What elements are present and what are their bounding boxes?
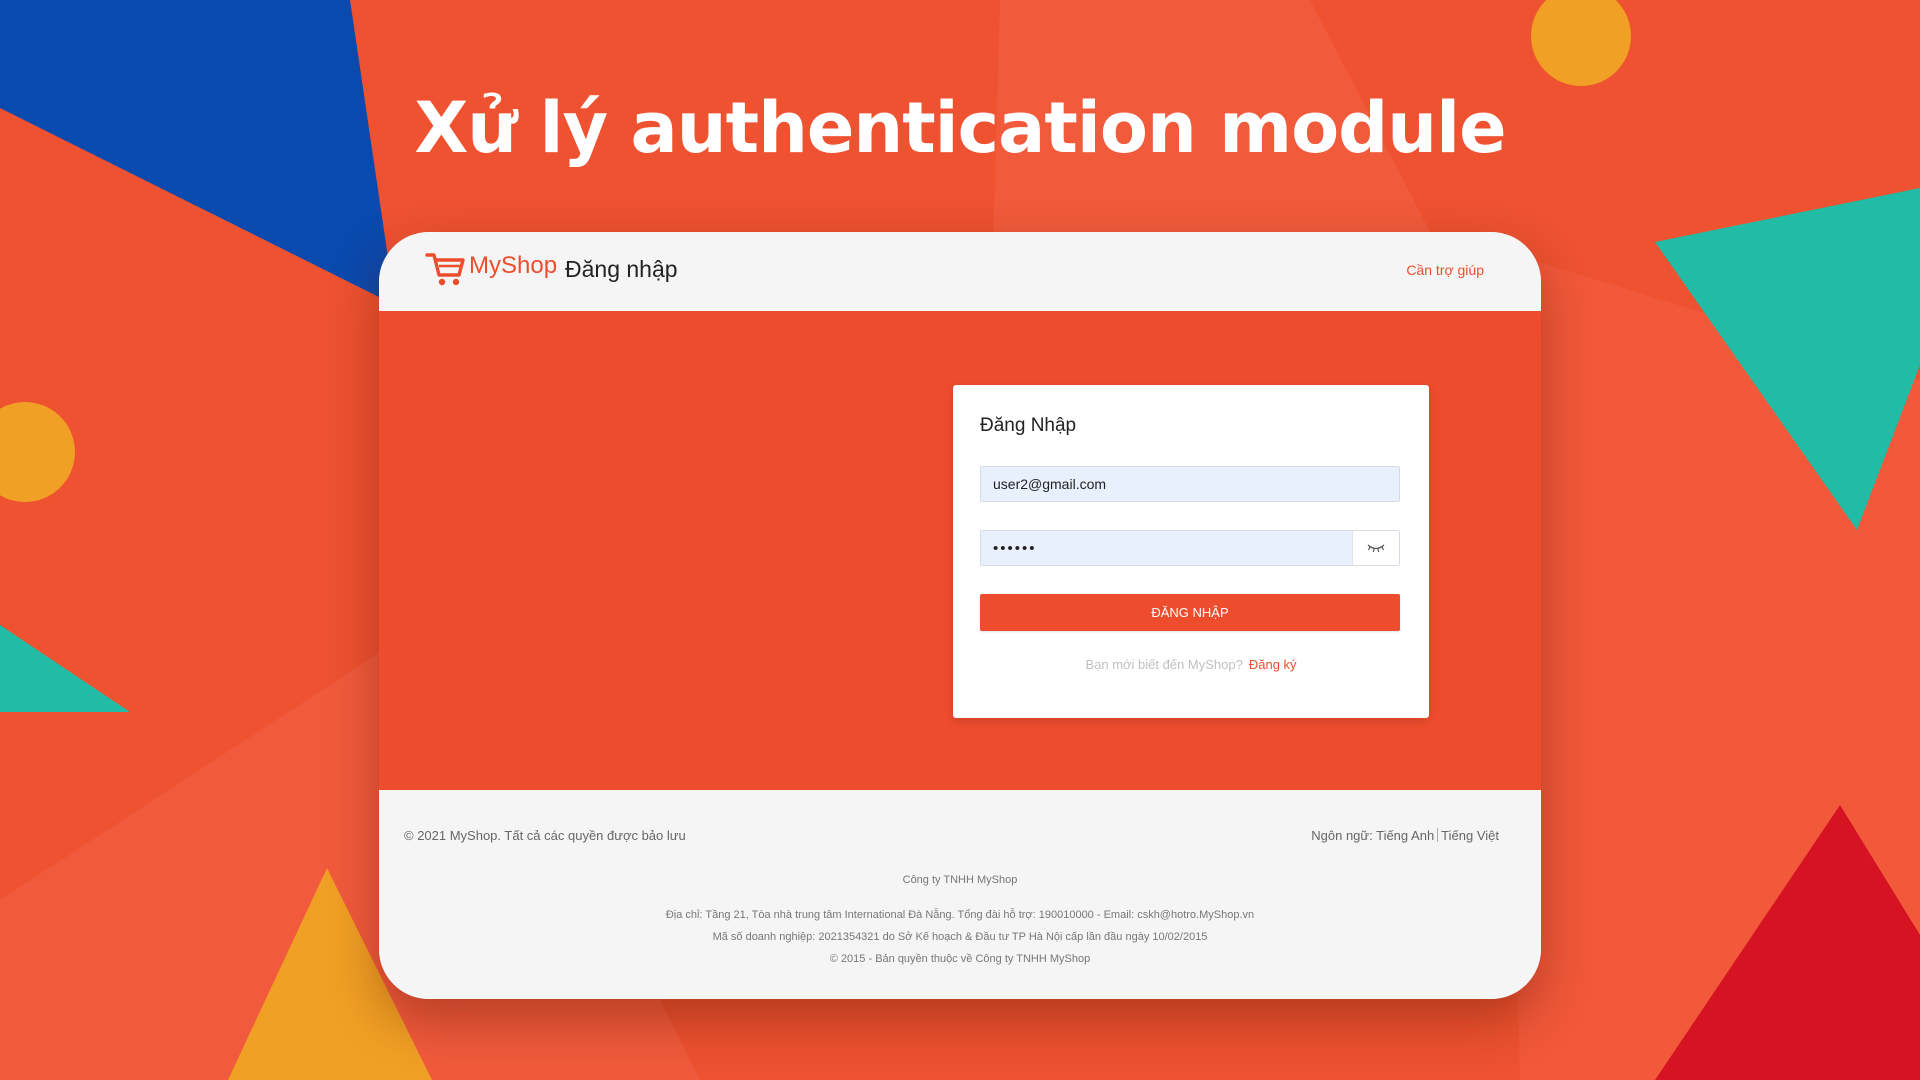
email-field[interactable] xyxy=(980,466,1400,502)
slide-title: Xử lý authentication module xyxy=(414,87,1506,169)
bg-yellow-circle-top xyxy=(1531,0,1631,86)
page-footer: © 2021 MyShop. Tất cả các quyền được bảo… xyxy=(379,790,1541,999)
page-header: MyShop Đăng nhập Cần trợ giúp xyxy=(379,232,1541,311)
signup-link[interactable]: Đăng ký xyxy=(1249,657,1297,672)
language-option-vietnamese[interactable]: Tiếng Việt xyxy=(1441,828,1499,843)
password-field[interactable] xyxy=(980,530,1400,566)
footer-business-id: Mã số doanh nghiệp: 2021354321 do Sở Kế … xyxy=(712,931,1208,943)
language-divider xyxy=(1437,828,1439,842)
signup-row: Bạn mới biết đến MyShop? Đăng ký xyxy=(953,657,1429,672)
shopping-cart-icon xyxy=(425,253,465,286)
footer-company: Công ty TNHH MyShop xyxy=(902,874,1018,886)
brand-name: MyShop xyxy=(469,252,558,279)
login-page-window: MyShop Đăng nhập Cần trợ giúp Đăng Nhập xyxy=(379,232,1541,999)
password-visibility-toggle[interactable] xyxy=(1352,531,1399,565)
email-input[interactable] xyxy=(981,467,1399,501)
footer-copyright: © 2021 MyShop. Tất cả các quyền được bảo… xyxy=(404,828,686,843)
slide: Xử lý authentication module MyShop Đăng … xyxy=(0,0,1920,1080)
footer-rights: © 2015 - Bản quyền thuộc về Công ty TNHH… xyxy=(829,953,1091,965)
signup-prompt: Bạn mới biết đến MyShop? xyxy=(1085,657,1243,672)
bg-yellow-circle-left xyxy=(0,402,75,502)
language-option-english[interactable]: Tiếng Anh xyxy=(1376,828,1434,843)
eye-closed-icon xyxy=(1367,544,1385,553)
password-input[interactable] xyxy=(981,531,1355,565)
login-card: Đăng Nhập user2@gmail.com •••••• ĐĂNG NH… xyxy=(953,385,1429,718)
language-selector: Ngôn ngữ: Tiếng Anh Tiếng Việt xyxy=(1311,828,1499,843)
footer-address: Địa chỉ: Tầng 21, Tòa nhà trung tâm Inte… xyxy=(665,909,1255,921)
page-title: Đăng nhập xyxy=(565,256,678,282)
help-link[interactable]: Cần trợ giúp xyxy=(1406,262,1484,278)
language-label: Ngôn ngữ: xyxy=(1311,828,1373,843)
myshop-logo[interactable]: MyShop xyxy=(425,250,557,288)
bg-teal-triangle-left xyxy=(0,625,130,712)
login-banner: Đăng Nhập user2@gmail.com •••••• ĐĂNG NH… xyxy=(379,311,1541,790)
login-card-title: Đăng Nhập xyxy=(980,415,1077,436)
login-button[interactable]: ĐĂNG NHẬP xyxy=(980,594,1400,631)
